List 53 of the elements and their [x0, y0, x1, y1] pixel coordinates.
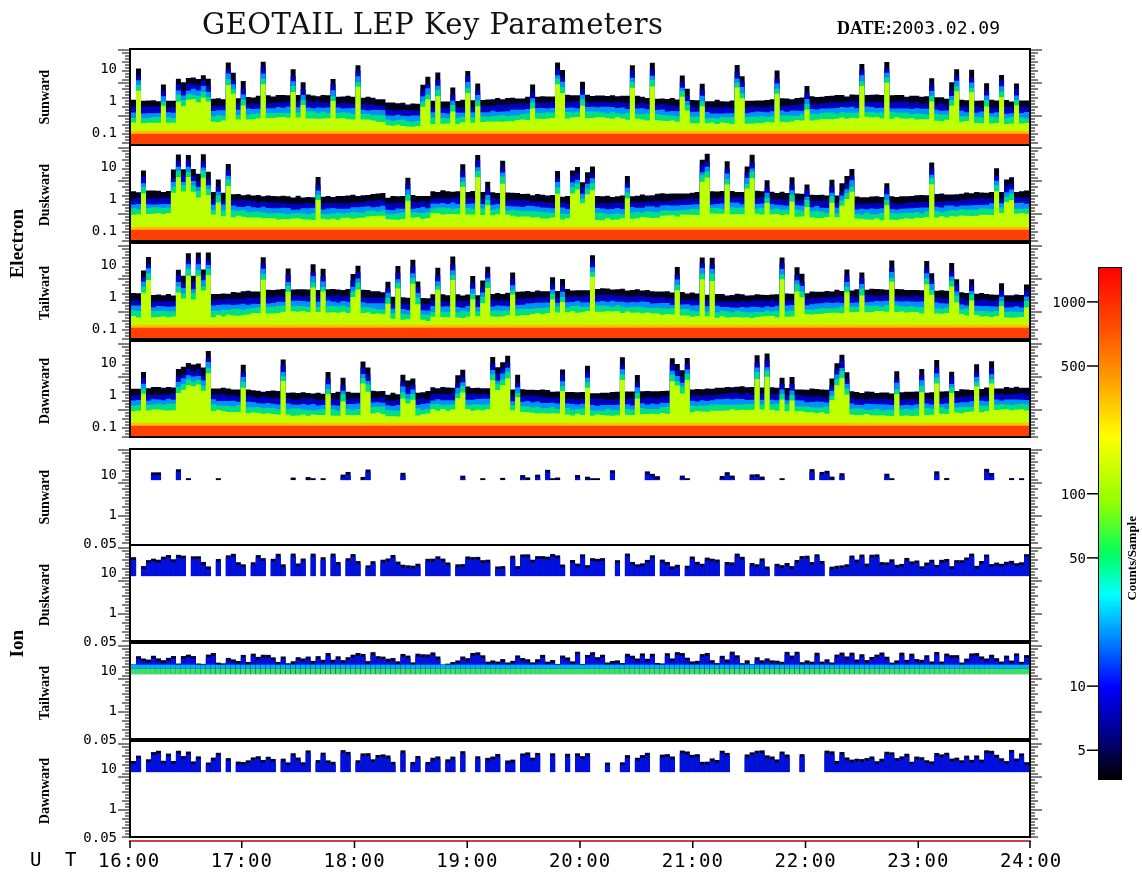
y-tick-label: 0.05 [83, 829, 117, 846]
y-tick-label: 10 [100, 466, 117, 483]
y-tick-label: 1 [108, 701, 117, 718]
panel-label: Tailward [37, 666, 53, 720]
panel-label: Duskward [37, 163, 53, 227]
y-tick-label: 1 [108, 799, 117, 816]
date-label: DATE: [836, 18, 892, 39]
colorbar-tick-label: 1000 [1052, 293, 1086, 310]
time-tick-label: 17:00 [210, 849, 273, 871]
y-tick-label: 0.05 [83, 633, 117, 650]
y-tick-label: 1 [108, 385, 117, 402]
time-tick-label: 16:00 [97, 849, 161, 871]
panel-label: Tailward [37, 266, 53, 320]
time-tick-label: 18:00 [323, 849, 386, 871]
group-label: Electron [6, 209, 28, 279]
colorbar-tick-label: 50 [1069, 549, 1086, 566]
y-tick-label: 0.1 [91, 222, 117, 239]
colorbar-label: Counts/Sample [1124, 515, 1140, 601]
panel-label: Duskward [37, 563, 53, 627]
panel-label: Sunward [37, 69, 53, 125]
y-tick-label: 0.1 [91, 320, 117, 337]
y-tick-label: 1 [108, 91, 117, 108]
y-tick-label: 10 [100, 255, 117, 272]
colorbar-tick-label: 100 [1060, 485, 1086, 502]
y-tick-label: 1 [108, 505, 117, 522]
y-tick-label: 10 [100, 59, 117, 76]
y-tick-label: 10 [100, 353, 117, 370]
y-tick-label: 0.05 [83, 535, 117, 552]
y-tick-label: 0.1 [91, 124, 117, 141]
group-label: Ion [6, 630, 28, 658]
y-tick-label: 10 [100, 662, 117, 679]
time-tick-label: 21:00 [661, 849, 724, 871]
y-tick-label: 0.05 [83, 731, 117, 748]
colorbar-tick-label: 10 [1069, 678, 1086, 695]
colorbar-tick-label: 5 [1077, 742, 1086, 759]
y-tick-label: 1 [108, 189, 117, 206]
y-tick-label: 1 [108, 603, 117, 620]
chart-title: GEOTAIL LEP Key Parameters [202, 7, 664, 41]
time-tick-label: 20:00 [548, 849, 612, 871]
y-tick-label: 1 [108, 287, 117, 304]
colorbar-tick-label: 500 [1060, 358, 1086, 374]
panel-label: Sunward [37, 469, 53, 525]
time-tick-label: 23:00 [887, 849, 950, 871]
y-tick-label: 0.1 [91, 418, 117, 435]
panel-label: Dawnward [37, 357, 53, 425]
date-value: 2003.02.09 [891, 17, 1000, 38]
time-tick-label: 19:00 [436, 849, 499, 871]
panel-label: Dawnward [37, 757, 53, 825]
y-tick-label: 10 [100, 760, 117, 777]
y-tick-label: 10 [100, 157, 117, 174]
time-tick-label: 22:00 [774, 849, 837, 871]
y-tick-label: 10 [100, 564, 117, 581]
time-tick-label: 24:00 [999, 849, 1063, 871]
